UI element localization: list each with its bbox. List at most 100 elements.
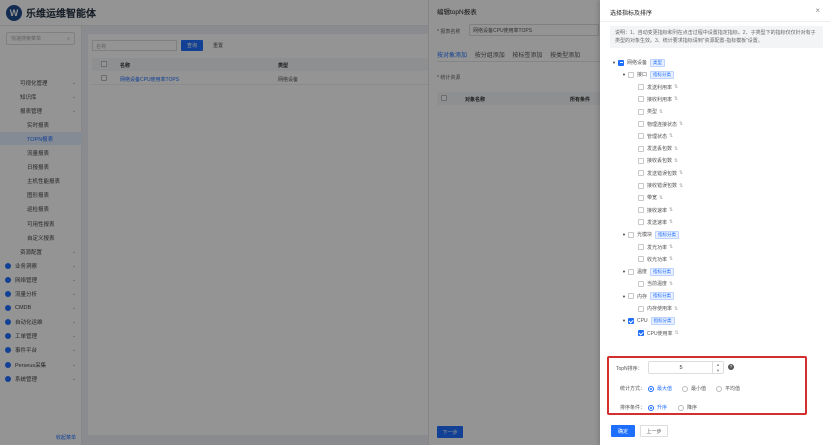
- tree-node-label: 接口: [637, 72, 648, 79]
- tree-checkbox[interactable]: [638, 194, 644, 201]
- tree-node-tag: 指标分类: [650, 267, 675, 276]
- radio-dot[interactable]: [678, 404, 684, 411]
- tree-checkbox[interactable]: [638, 305, 644, 312]
- tree-node-tag: 指标分类: [650, 70, 675, 79]
- tree-checkbox[interactable]: [638, 108, 644, 115]
- tree-node-label: 收光功率: [647, 256, 668, 263]
- drawer-header: 选择指标及排序 ×: [600, 0, 830, 22]
- topn-value[interactable]: 5: [649, 365, 713, 371]
- sort-icon[interactable]: ⇅: [669, 256, 673, 262]
- tree-node-label: CPU使用率: [647, 330, 673, 337]
- chevron-down-icon[interactable]: ▼: [713, 368, 723, 374]
- tree-checkbox[interactable]: [638, 330, 644, 337]
- tree-checkbox[interactable]: [628, 231, 634, 238]
- sort-icon[interactable]: ⇅: [669, 244, 673, 250]
- tree-node[interactable]: 类型 ⇅: [632, 107, 663, 116]
- tree-node-label: CPU: [637, 317, 648, 324]
- tree-checkbox[interactable]: [618, 59, 624, 66]
- tree-checkbox[interactable]: [638, 96, 644, 103]
- tree-node[interactable]: 发送速率 ⇅: [632, 218, 673, 227]
- modal-overlay[interactable]: [0, 0, 600, 445]
- sort-icon[interactable]: ⇅: [679, 183, 683, 189]
- tree-node-label: 发送利用率: [647, 84, 673, 91]
- tree-node[interactable]: 收光功率 ⇅: [632, 255, 673, 264]
- tree-node[interactable]: 接收丢包数 ⇅: [632, 156, 678, 165]
- stepper-arrows[interactable]: ▲ ▼: [712, 362, 723, 373]
- tree-checkbox[interactable]: [628, 317, 634, 324]
- radio-dot[interactable]: [648, 385, 654, 392]
- tree-node[interactable]: 发光功率 ⇅: [632, 243, 673, 252]
- sort-icon[interactable]: ⇅: [674, 306, 678, 312]
- tree-node[interactable]: 发送利用率 ⇅: [632, 83, 678, 92]
- sort-icon[interactable]: ⇅: [679, 170, 683, 176]
- tree-node[interactable]: 发送错误包数 ⇅: [632, 169, 683, 178]
- tree-node-label: 接收错误包数: [647, 183, 678, 189]
- tree-checkbox[interactable]: [638, 84, 644, 91]
- sort-icon[interactable]: ⇅: [674, 84, 678, 90]
- tree-node[interactable]: 当前温度 ⇅: [632, 279, 673, 288]
- sort-icon[interactable]: ⇅: [674, 158, 678, 164]
- tree-checkbox[interactable]: [638, 170, 644, 177]
- tree-checkbox[interactable]: [628, 71, 634, 78]
- tree-checkbox[interactable]: [638, 280, 644, 287]
- previous-step-button[interactable]: 上一步: [640, 425, 668, 437]
- tree-node[interactable]: 物理连接状态 ⇅: [632, 120, 683, 129]
- stat-mode-label: 统计方式：: [620, 386, 646, 392]
- tree-node[interactable]: 带宽 ⇅: [632, 193, 663, 202]
- confirm-button[interactable]: 确定: [611, 425, 635, 437]
- tree-checkbox[interactable]: [638, 219, 644, 226]
- tree-checkbox[interactable]: [638, 145, 644, 152]
- sort-icon[interactable]: ⇅: [669, 133, 673, 139]
- tree-node[interactable]: ▼ 接口 指标分类: [622, 70, 675, 79]
- stat-mode-radio-label: 平均值: [725, 386, 741, 392]
- tree-node-label: 温度: [637, 269, 648, 276]
- sort-icon[interactable]: ⇅: [674, 146, 678, 152]
- tree-node-tag: 类型: [650, 58, 666, 67]
- stat-mode-radio[interactable]: 平均值: [716, 385, 740, 392]
- sort-icon[interactable]: ⇅: [674, 96, 678, 102]
- stat-mode-radio[interactable]: 最大值: [648, 385, 672, 392]
- tree-checkbox[interactable]: [638, 207, 644, 214]
- sort-icon[interactable]: ⇅: [659, 195, 663, 201]
- tree-node[interactable]: CPU使用率 ⇅: [632, 329, 679, 338]
- help-icon[interactable]: ?: [728, 364, 734, 370]
- sort-icon[interactable]: ⇅: [679, 121, 683, 127]
- tree-checkbox[interactable]: [628, 268, 634, 275]
- radio-dot[interactable]: [716, 385, 722, 392]
- sort-icon[interactable]: ⇅: [669, 207, 673, 213]
- tree-node[interactable]: ▼ 温度 指标分类: [622, 267, 675, 276]
- tree-checkbox[interactable]: [638, 182, 644, 189]
- order-radio[interactable]: 升序: [648, 404, 667, 411]
- tree-node[interactable]: ▼ CPU 指标分类: [622, 316, 675, 325]
- tree-checkbox[interactable]: [638, 244, 644, 250]
- sort-icon[interactable]: ⇅: [669, 219, 673, 225]
- sort-icon[interactable]: ⇅: [675, 330, 679, 336]
- tree-node[interactable]: 管理状态 ⇅: [632, 132, 673, 141]
- tree-node[interactable]: 接收错误包数 ⇅: [632, 181, 683, 190]
- tree-node-label: 发送速率: [647, 219, 668, 226]
- tree-node-label: 发送错误包数: [647, 170, 678, 177]
- tree-checkbox[interactable]: [638, 157, 644, 164]
- tree-node[interactable]: 内存使用率 ⇅: [632, 304, 678, 313]
- tree-node-label: 网络设备: [627, 60, 648, 66]
- drawer-title: 选择指标及排序: [610, 11, 653, 17]
- topn-stepper[interactable]: 5 ▲ ▼: [648, 361, 724, 374]
- tree-node-label: 带宽: [647, 195, 658, 202]
- radio-dot[interactable]: [648, 404, 654, 411]
- tree-checkbox[interactable]: [628, 293, 634, 300]
- tree-checkbox[interactable]: [638, 121, 644, 127]
- tree-node[interactable]: 接收利用率 ⇅: [632, 95, 678, 104]
- stat-mode-radio[interactable]: 最小值: [682, 385, 706, 392]
- radio-dot[interactable]: [682, 385, 688, 392]
- tree-node[interactable]: ▼ 内存 指标分类: [622, 292, 675, 301]
- sort-icon[interactable]: ⇅: [659, 109, 663, 115]
- tree-checkbox[interactable]: [638, 256, 644, 263]
- tree-node[interactable]: ▼ 网络设备 类型: [612, 58, 666, 67]
- tree-node[interactable]: 接收速率 ⇅: [632, 206, 673, 215]
- close-icon[interactable]: ×: [815, 6, 820, 15]
- tree-node[interactable]: ▼ 光模块 指标分类: [622, 230, 680, 239]
- tree-checkbox[interactable]: [638, 133, 644, 140]
- order-radio[interactable]: 降序: [678, 404, 697, 411]
- sort-icon[interactable]: ⇅: [669, 281, 673, 287]
- tree-node[interactable]: 发送丢包数 ⇅: [632, 144, 678, 153]
